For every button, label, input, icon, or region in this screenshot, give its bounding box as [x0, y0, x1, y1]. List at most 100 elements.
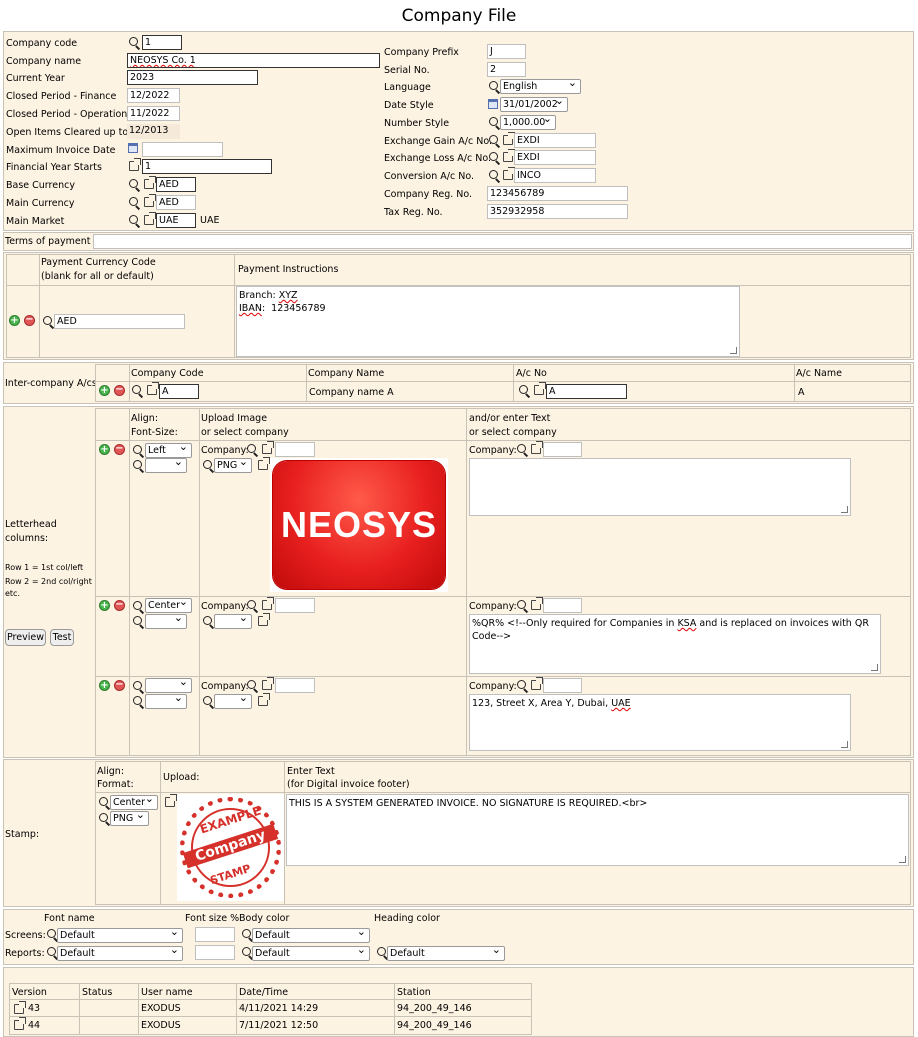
- remove-row-icon[interactable]: −: [114, 444, 125, 455]
- letterhead-text-textarea[interactable]: [469, 458, 851, 516]
- tax-reg-input[interactable]: 352932958: [487, 204, 628, 219]
- letterhead-text-textarea[interactable]: %QR% <!--Only required for Companies in …: [469, 614, 881, 674]
- company-input[interactable]: [275, 678, 315, 693]
- search-icon[interactable]: [489, 81, 498, 90]
- search-icon[interactable]: [129, 197, 138, 206]
- align-select[interactable]: [145, 675, 192, 693]
- upload-icon[interactable]: [165, 794, 177, 807]
- search-icon[interactable]: [242, 929, 251, 938]
- search-icon[interactable]: [99, 797, 108, 806]
- search-icon[interactable]: [517, 680, 526, 689]
- company-input[interactable]: [275, 598, 315, 613]
- company-name-input[interactable]: NEOSYS Co. 1: [127, 53, 380, 68]
- open-external-icon[interactable]: [14, 1017, 26, 1030]
- language-select[interactable]: English: [500, 76, 581, 94]
- exchange-loss-input[interactable]: EXDI: [514, 150, 596, 165]
- open-external-icon[interactable]: [531, 677, 543, 690]
- search-icon[interactable]: [247, 600, 256, 609]
- search-icon[interactable]: [43, 316, 52, 325]
- search-icon[interactable]: [489, 135, 498, 144]
- search-icon[interactable]: [489, 170, 498, 179]
- preview-button[interactable]: Preview: [5, 629, 46, 646]
- version-number[interactable]: 44: [28, 1020, 40, 1031]
- base-currency-input[interactable]: AED: [156, 177, 196, 192]
- closed-period-finance-input[interactable]: 12/2022: [127, 88, 180, 103]
- stamp-align-select[interactable]: Center: [110, 792, 158, 810]
- financial-year-starts-input[interactable]: 1: [142, 159, 272, 174]
- remove-row-icon[interactable]: −: [114, 680, 125, 691]
- open-external-icon[interactable]: [534, 382, 546, 395]
- add-row-icon[interactable]: +: [99, 385, 110, 396]
- open-external-icon[interactable]: [531, 441, 543, 454]
- align-select[interactable]: Left: [145, 440, 192, 458]
- search-icon[interactable]: [377, 947, 386, 956]
- reports-body-color-select[interactable]: Default: [252, 943, 370, 961]
- search-icon[interactable]: [47, 929, 56, 938]
- remove-row-icon[interactable]: −: [114, 600, 125, 611]
- intercompany-acno-input[interactable]: A: [546, 384, 627, 399]
- open-external-icon[interactable]: [262, 597, 274, 610]
- open-external-icon[interactable]: [144, 194, 156, 207]
- add-row-icon[interactable]: +: [9, 315, 20, 326]
- search-icon[interactable]: [133, 681, 142, 690]
- search-icon[interactable]: [247, 680, 256, 689]
- align-select[interactable]: Center: [145, 595, 192, 613]
- main-market-input[interactable]: UAE: [156, 213, 196, 228]
- exchange-gain-input[interactable]: EXDI: [514, 133, 596, 148]
- font-size-select[interactable]: [145, 611, 187, 629]
- search-icon[interactable]: [517, 444, 526, 453]
- upload-icon[interactable]: [258, 693, 270, 706]
- stamp-text-textarea[interactable]: THIS IS A SYSTEM GENERATED INVOICE. NO S…: [286, 794, 909, 866]
- search-icon[interactable]: [203, 460, 212, 469]
- image-format-select[interactable]: PNG: [214, 455, 252, 473]
- open-external-icon[interactable]: [262, 441, 274, 454]
- letterhead-text-textarea[interactable]: 123, Street X, Area Y, Dubai, UAE: [469, 694, 851, 751]
- test-button[interactable]: Test: [50, 629, 74, 646]
- terms-input[interactable]: [93, 234, 912, 249]
- search-icon[interactable]: [129, 179, 138, 188]
- upload-icon[interactable]: [258, 457, 270, 470]
- screens-font-size-input[interactable]: [195, 927, 235, 942]
- search-icon[interactable]: [133, 616, 142, 625]
- search-icon[interactable]: [242, 947, 251, 956]
- max-invoice-date-input[interactable]: [142, 142, 223, 157]
- conversion-ac-input[interactable]: INCO: [514, 168, 596, 183]
- calendar-icon[interactable]: [488, 99, 498, 109]
- open-external-icon[interactable]: [14, 1001, 26, 1014]
- screens-body-color-select[interactable]: Default: [252, 925, 370, 943]
- company-input[interactable]: [543, 598, 582, 613]
- font-size-select[interactable]: [145, 455, 187, 473]
- open-external-icon[interactable]: [262, 677, 274, 690]
- open-external-icon[interactable]: [147, 382, 159, 395]
- reports-font-size-input[interactable]: [195, 945, 235, 960]
- remove-row-icon[interactable]: −: [24, 315, 35, 326]
- number-style-select[interactable]: 1,000.00: [500, 112, 556, 130]
- search-icon[interactable]: [132, 385, 141, 394]
- payment-instructions-textarea[interactable]: Branch: XYZ IBAN: 123456789: [236, 286, 740, 357]
- add-row-icon[interactable]: +: [99, 600, 110, 611]
- search-icon[interactable]: [47, 947, 56, 956]
- search-icon[interactable]: [99, 813, 108, 822]
- reports-heading-color-select[interactable]: Default: [387, 943, 505, 961]
- add-row-icon[interactable]: +: [99, 444, 110, 455]
- calendar-icon[interactable]: [128, 143, 138, 153]
- search-icon[interactable]: [129, 37, 138, 46]
- remove-row-icon[interactable]: −: [114, 385, 125, 396]
- search-icon[interactable]: [203, 616, 212, 625]
- search-icon[interactable]: [133, 696, 142, 705]
- payment-currency-input[interactable]: AED: [54, 314, 185, 329]
- search-icon[interactable]: [133, 445, 142, 454]
- open-external-icon[interactable]: [503, 132, 515, 145]
- date-style-select[interactable]: 31/01/2002: [500, 94, 568, 112]
- image-format-select[interactable]: [214, 611, 252, 629]
- search-icon[interactable]: [247, 444, 256, 453]
- screens-font-select[interactable]: Default: [57, 925, 183, 943]
- search-icon[interactable]: [489, 152, 498, 161]
- company-input[interactable]: [543, 678, 582, 693]
- open-external-icon[interactable]: [503, 149, 515, 162]
- main-currency-input[interactable]: AED: [156, 195, 196, 210]
- company-input[interactable]: [275, 442, 315, 457]
- serial-no-input[interactable]: 2: [487, 62, 526, 77]
- search-icon[interactable]: [129, 215, 138, 224]
- open-external-icon[interactable]: [144, 212, 156, 225]
